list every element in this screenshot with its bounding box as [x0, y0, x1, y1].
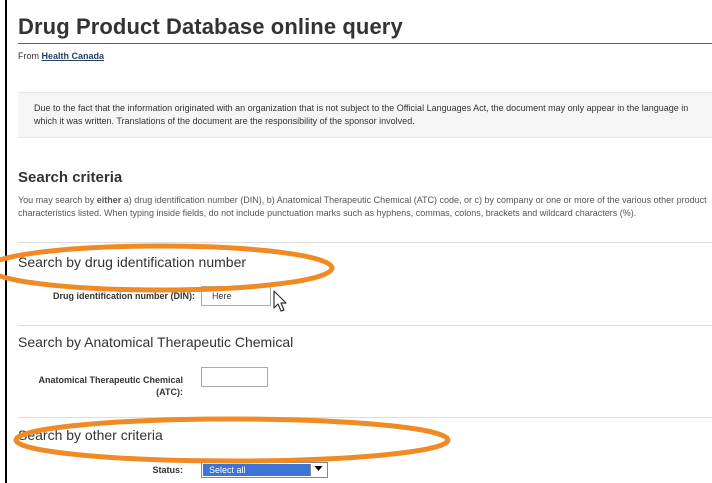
divider-atc	[18, 325, 712, 326]
intro-before: You may search by	[18, 195, 97, 205]
status-label: Status:	[152, 465, 183, 475]
din-input[interactable]	[201, 286, 271, 306]
atc-section-heading: Search by Anatomical Therapeutic Chemica…	[18, 334, 294, 350]
atc-label: Anatomical Therapeutic Chemical (ATC):	[20, 374, 183, 398]
intro-bold: either	[96, 195, 122, 205]
din-label: Drug identification number (DIN):	[53, 291, 195, 301]
page-title: Drug Product Database online query	[18, 14, 403, 39]
chevron-down-icon-shape	[314, 466, 323, 471]
arrow-cursor-icon	[273, 290, 287, 312]
page-frame: Drug Product Database online query From …	[0, 0, 712, 483]
other-criteria-heading: Search by other criteria	[18, 427, 163, 443]
search-criteria-heading: Search criteria	[18, 169, 123, 186]
din-section-heading: Search by drug identification number	[18, 254, 247, 270]
atc-input[interactable]	[201, 367, 268, 387]
atc-label-line1: Anatomical Therapeutic Chemical	[38, 375, 183, 385]
language-notice: Due to the fact that the information ori…	[18, 92, 712, 138]
chevron-down-icon[interactable]	[310, 464, 326, 476]
intro-after: a) drug identification number (DIN), b) …	[18, 195, 707, 218]
window-left-border	[5, 0, 7, 483]
notice-text: Due to the fact that the information ori…	[34, 103, 689, 126]
status-select[interactable]: Select all	[201, 462, 328, 478]
health-canada-link[interactable]: Health Canada	[42, 51, 105, 61]
from-line: From Health Canada	[18, 51, 104, 61]
divider-din	[18, 242, 712, 243]
divider-other	[18, 417, 712, 418]
status-selected-value: Select all	[203, 464, 311, 476]
atc-label-line2: (ATC):	[156, 387, 183, 397]
from-prefix: From	[18, 51, 39, 61]
title-rule	[18, 43, 712, 44]
search-criteria-intro: You may search by either a) drug identif…	[18, 194, 712, 220]
